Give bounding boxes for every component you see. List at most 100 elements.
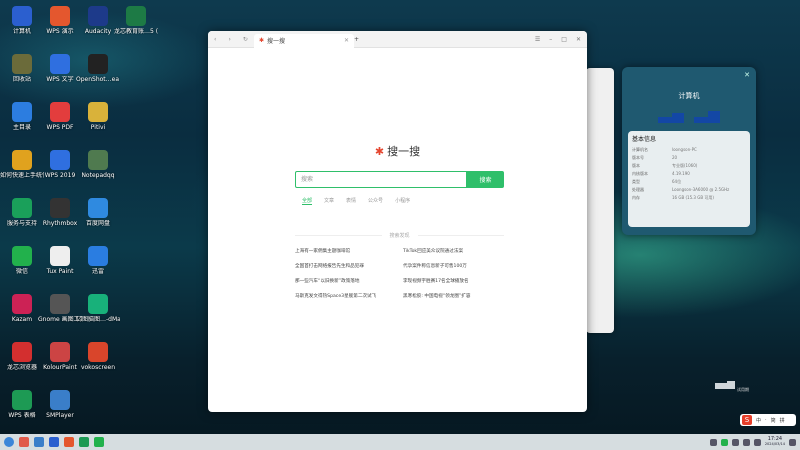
gnome-paint-icon — [50, 294, 70, 314]
hot-search-item[interactable]: TikTok回应美众议院通过法案 — [403, 248, 501, 255]
taskbar-app-icon[interactable] — [64, 437, 74, 447]
wechat-tray-icon[interactable] — [720, 438, 728, 446]
sogou-ime-icon[interactable]: S — [742, 415, 752, 425]
hot-search-item[interactable]: 代孕案件称信息新子可售100万 — [403, 263, 501, 270]
close-icon[interactable]: ✕ — [744, 71, 750, 79]
hot-search-item[interactable]: 马斯克发文得热Space3星舰第二次试飞 — [295, 293, 403, 300]
desktop-icon[interactable]: 亿图脑图…-dMaster — [76, 294, 120, 323]
maximize-icon[interactable]: □ — [561, 36, 567, 43]
desktop-icon[interactable]: OpenShot…ea Editor — [76, 54, 120, 83]
info-value: loongson-PC — [672, 147, 697, 152]
volume-icon[interactable] — [742, 438, 750, 446]
input-method-bar[interactable]: S 中 · 简 拼 — [740, 414, 796, 426]
info-key: 内核版本 — [632, 171, 648, 176]
taskbar-app-icon[interactable] — [49, 437, 59, 447]
ime-item[interactable]: 简 — [771, 417, 776, 424]
ime-item[interactable]: 拼 — [780, 417, 785, 424]
info-value: 4.19.190 — [672, 171, 690, 176]
tray-icon[interactable] — [731, 438, 739, 446]
taskbar-app-icon[interactable] — [19, 437, 29, 447]
clock[interactable]: 17:24 2024/03/14 — [765, 437, 785, 447]
forward-icon[interactable]: › — [228, 36, 230, 43]
excel-file-icon — [126, 6, 146, 26]
search-tab[interactable]: 文章 — [324, 197, 334, 205]
info-key: 版本 — [632, 163, 640, 168]
wps-pdf-icon — [50, 102, 70, 122]
search-tab[interactable]: 表情 — [346, 197, 356, 205]
desktop-icon[interactable]: 百度网盘 — [76, 198, 120, 227]
desktop-icon-label: Notepadqq — [81, 172, 115, 179]
hot-search-item[interactable]: 全国首打击网络报告先生和品犯罪 — [295, 263, 403, 270]
taskbar-app-icon[interactable] — [79, 437, 89, 447]
openshot-icon — [88, 54, 108, 74]
desktop-icon[interactable]: 龙芯教育账…5 (1).xlsx — [114, 6, 158, 35]
hot-search-item[interactable]: 黑寒松胶: 中国电视“领龙圈”扩容 — [403, 293, 501, 300]
ime-item[interactable]: · — [765, 417, 767, 423]
refresh-icon[interactable]: ↻ — [243, 36, 248, 43]
background-window[interactable] — [586, 68, 614, 333]
search-tab[interactable]: 全部 — [302, 197, 313, 205]
search-input[interactable]: 搜索 — [295, 171, 467, 188]
tab-title: 搜一搜 — [267, 38, 286, 45]
search-tab[interactable]: 公众号 — [368, 197, 383, 205]
tray-icon[interactable] — [709, 438, 717, 446]
info-key: 计算机名 — [632, 147, 648, 152]
tuxpaint-icon — [50, 246, 70, 266]
info-row: 计算机名 loongson-PC — [628, 146, 750, 154]
hot-search-item[interactable]: 上海有一家佣集主题咖啡馆 — [295, 248, 403, 255]
info-key: 处理器 — [632, 187, 644, 192]
system-tray: 17:24 2024/03/14 — [709, 437, 800, 447]
desktop-icon-label: SMPlayer — [46, 412, 74, 419]
desktop-icon[interactable]: 迅雷 — [76, 246, 120, 275]
desktop-icon-label: OpenShot…ea Editor — [76, 76, 120, 83]
rhythmbox-icon — [50, 198, 70, 218]
info-row: 类型 64位 — [628, 178, 750, 186]
kazam-icon — [12, 294, 32, 314]
wechat-icon — [12, 246, 32, 266]
desktop-icon-label: 龙芯教育账…5 (1).xlsx — [114, 28, 158, 35]
close-icon[interactable]: ✕ — [576, 36, 581, 43]
info-value: 专业版(1060) — [672, 163, 698, 168]
taskbar: 17:24 2024/03/14 — [0, 434, 800, 450]
trash-icon — [12, 54, 32, 74]
hot-search-item[interactable]: 那一些汽车“以旧换新”政策落地 — [295, 278, 403, 285]
desktop-icon[interactable]: SMPlayer — [38, 390, 82, 419]
info-row: 内存 16 GB (15.3 GB 可用) — [628, 194, 750, 202]
hot-search-item[interactable]: 李现视频宇胜赛17名全球播放名 — [403, 278, 501, 285]
souyisou-logo-icon: ✱ — [374, 145, 385, 158]
info-row: 版本 专业版(1060) — [628, 162, 750, 170]
launcher-icon[interactable] — [4, 437, 14, 447]
logo-text: 搜一搜 — [387, 145, 421, 158]
wps-writer-icon — [50, 54, 70, 74]
xunlei-icon — [88, 246, 108, 266]
back-icon[interactable]: ‹ — [214, 36, 216, 43]
tab-favicon-icon: ✱ — [259, 37, 265, 44]
taskbar-app-icon[interactable] — [34, 437, 44, 447]
minimize-icon[interactable]: – — [549, 36, 552, 43]
tab-souyisou[interactable]: ✱ 搜一搜 ✕ — [254, 33, 354, 48]
vokoscreen-icon — [88, 342, 108, 362]
search-button[interactable]: 搜索 — [467, 171, 504, 188]
info-key: 内存 — [632, 195, 640, 200]
desktop-icon-label: vokoscreen — [80, 364, 116, 371]
search-category-tabs: 全部 文章 表情 公众号 小程序 — [302, 197, 410, 205]
hot-search-title: 搜索发现 — [295, 232, 504, 239]
info-value: Loongson-3A6000 @ 2.5GHz — [672, 187, 730, 192]
menu-icon[interactable]: ☰ — [535, 36, 540, 43]
network-icon[interactable] — [753, 438, 761, 446]
browser-window[interactable]: ‹ › ↻ ✱ 搜一搜 ✕ + ☰ – □ ✕ ✱ 搜一搜 搜索 搜索 全部 文章表… — [208, 31, 587, 412]
desktop-icon-label: Pitivi — [90, 124, 106, 131]
desktop-icon[interactable]: Pitivi — [76, 102, 120, 131]
tab-close-icon[interactable]: ✕ — [344, 37, 349, 44]
info-value: 20 — [672, 155, 678, 160]
desktop-icon[interactable]: vokoscreen — [76, 342, 120, 371]
computer-info-window[interactable]: ✕ 计算机 基本信息 计算机名 loongson-PC 版本号 20 版本 专业版(106… — [622, 67, 756, 235]
ime-item[interactable]: 中 — [756, 417, 761, 424]
notification-icon[interactable] — [789, 438, 796, 446]
info-row: 内核版本 4.19.190 — [628, 170, 750, 178]
new-tab-icon[interactable]: + — [354, 36, 359, 43]
taskbar-app-icon[interactable] — [94, 437, 104, 447]
search-tab[interactable]: 小程序 — [395, 197, 410, 205]
desktop-icon[interactable]: Notepadqq — [76, 150, 120, 179]
search-logo: ✱ 搜一搜 — [208, 143, 587, 159]
